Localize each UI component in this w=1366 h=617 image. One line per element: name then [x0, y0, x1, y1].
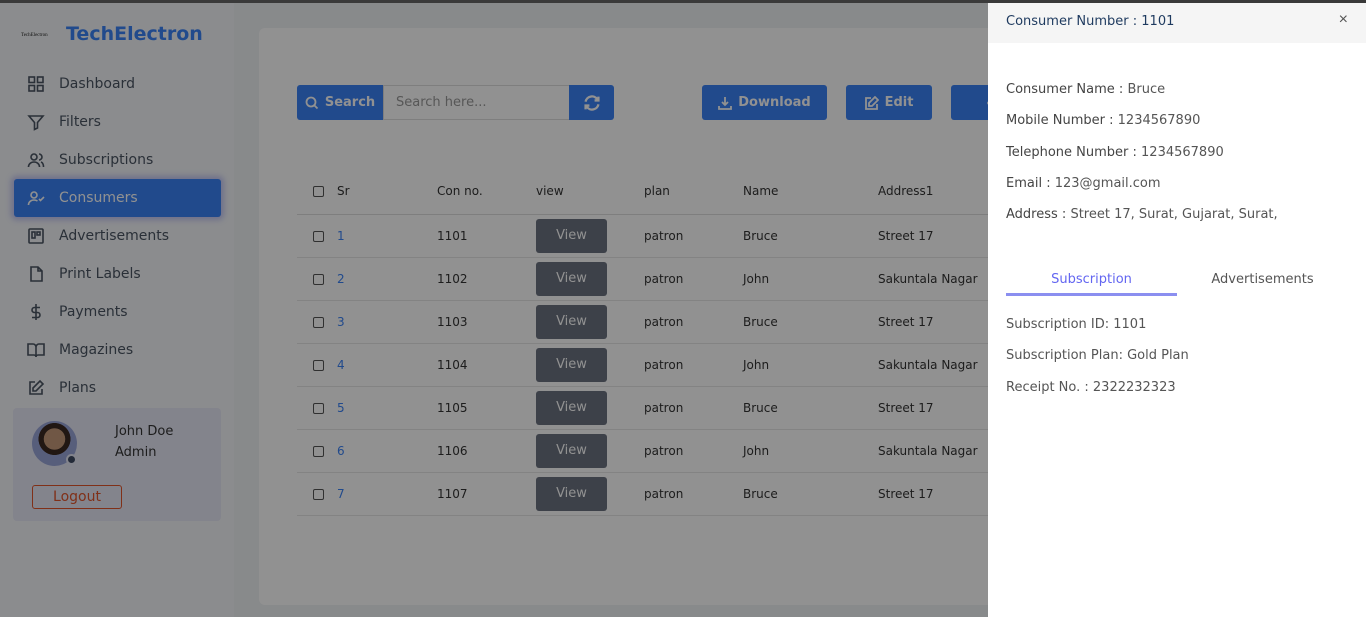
tab-subscription[interactable]: Subscription: [1006, 272, 1177, 296]
receipt-number: Receipt No. : 2322232323: [1006, 380, 1176, 395]
tab-advertisements[interactable]: Advertisements: [1177, 272, 1348, 287]
window-top-border: [0, 0, 1366, 3]
subscription-plan: Subscription Plan: Gold Plan: [1006, 348, 1189, 363]
detail-field: Mobile Number : 1234567890: [1006, 113, 1200, 128]
field-value: Bruce: [1127, 82, 1166, 97]
field-label: Mobile Number :: [1006, 113, 1114, 129]
field-value: Street 17, Surat, Gujarat, Surat,: [1070, 207, 1278, 223]
field-value: 123@gmail.com: [1054, 175, 1161, 191]
detail-field: Consumer Name : Bruce: [1006, 82, 1165, 97]
field-label: Address :: [1006, 207, 1067, 223]
consumer-detail-drawer: Consumer Number : 1101 × Consumer Name :…: [988, 0, 1366, 617]
subscription-id: Subscription ID: 1101: [1006, 317, 1147, 332]
field-label: Email :: [1006, 175, 1051, 191]
field-value: 1234567890: [1141, 144, 1224, 160]
field-value: 1234567890: [1117, 113, 1201, 129]
field-label: Telephone Number :: [1006, 144, 1137, 160]
detail-field: Email : 123@gmail.com: [1006, 176, 1161, 191]
field-label: Consumer Name :: [1006, 82, 1124, 97]
drawer-title: Consumer Number : 1101: [988, 0, 1366, 43]
detail-field: Telephone Number : 1234567890: [1006, 145, 1224, 160]
detail-field: Address : Street 17, Surat, Gujarat, Sur…: [1006, 207, 1278, 222]
close-icon[interactable]: ×: [1339, 11, 1348, 29]
